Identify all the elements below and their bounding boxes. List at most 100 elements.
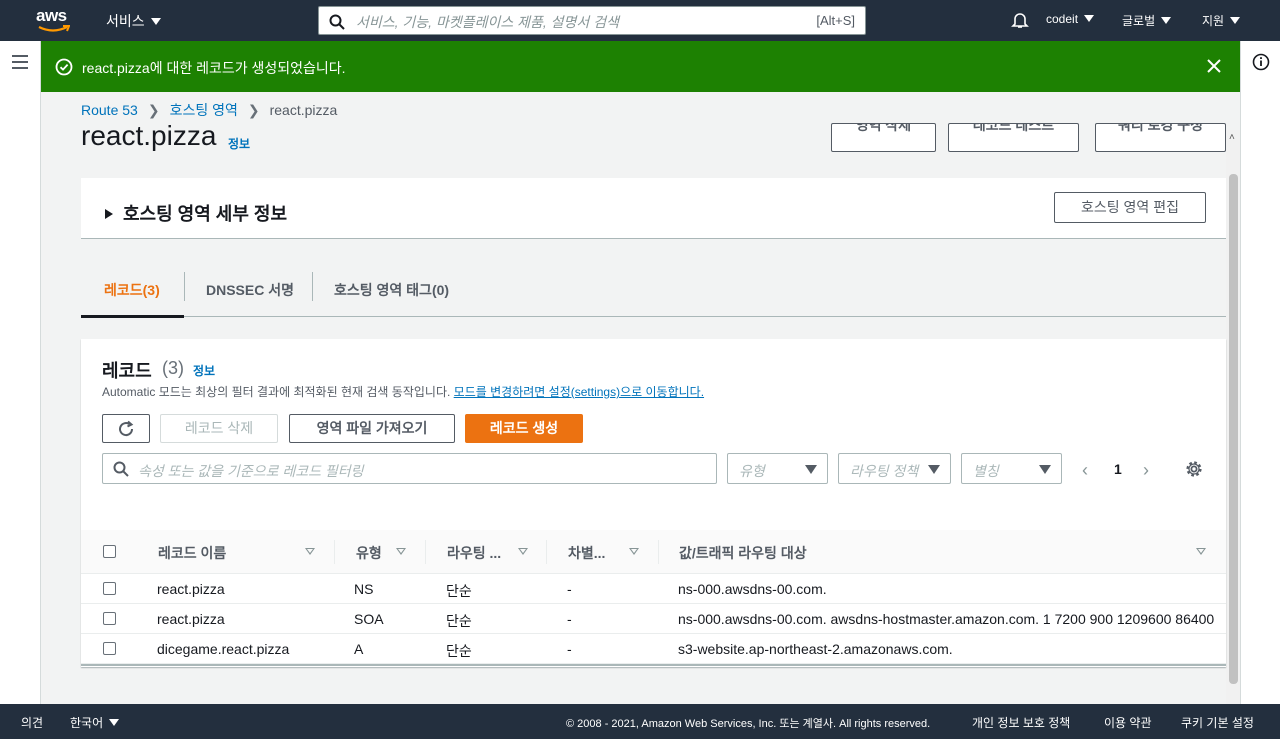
copyright-text: © 2008 - 2021, Amazon Web Services, Inc.… bbox=[566, 718, 931, 730]
refresh-button[interactable] bbox=[102, 414, 150, 443]
column-divider[interactable] bbox=[334, 540, 335, 564]
cell-type: A bbox=[354, 641, 364, 657]
tab-dnssec[interactable]: DNSSEC 서명 bbox=[206, 280, 294, 300]
delete-record-button[interactable]: 레코드 삭제 bbox=[160, 414, 278, 443]
cell-differentiator: - bbox=[567, 641, 572, 657]
records-filter-input[interactable]: 속성 또는 값을 기준으로 레코드 필터링 bbox=[102, 453, 717, 484]
page-number[interactable]: 1 bbox=[1114, 461, 1122, 477]
type-select[interactable]: 유형 bbox=[727, 453, 828, 484]
terms-link[interactable]: 이용 약관 bbox=[1104, 714, 1152, 731]
column-header-type[interactable]: 유형 bbox=[356, 543, 382, 563]
info-link[interactable]: 정보 bbox=[228, 135, 250, 152]
chevron-right-icon: ❯ bbox=[247, 102, 260, 118]
row-checkbox[interactable] bbox=[103, 582, 116, 595]
info-icon[interactable] bbox=[1252, 53, 1270, 71]
chevron-right-icon: ❯ bbox=[147, 102, 160, 118]
query-logging-label: 쿼리 로깅 구성 bbox=[1117, 123, 1204, 133]
records-description: Automatic 모드는 최상의 필터 결과에 최적화된 현재 검색 동작입니… bbox=[102, 383, 704, 400]
cell-record-name: react.pizza bbox=[157, 581, 225, 597]
table-header: 레코드 이름 유형 라우팅 ... 차별... 값/트래픽 라우팅 대상 bbox=[81, 530, 1226, 574]
filter-placeholder: 속성 또는 값을 기준으로 레코드 필터링 bbox=[138, 463, 364, 479]
caret-down-icon bbox=[1039, 465, 1051, 474]
scrollbar-thumb[interactable] bbox=[1229, 174, 1238, 684]
refresh-icon bbox=[119, 420, 134, 437]
cell-value: ns-000.awsdns-00.com. awsdns-hostmaster.… bbox=[678, 611, 1215, 627]
account-menu[interactable]: codeit bbox=[1046, 12, 1095, 26]
settings-link[interactable]: 모드를 변경하려면 설정(settings)으로 이동합니다. bbox=[454, 385, 704, 399]
region-menu[interactable]: 글로벌 bbox=[1122, 12, 1172, 29]
column-divider[interactable] bbox=[546, 540, 547, 564]
test-record-label: 레코드 테스트 bbox=[972, 123, 1055, 133]
cookie-preferences-link[interactable]: 쿠키 기본 설정 bbox=[1181, 714, 1254, 731]
privacy-policy-link[interactable]: 개인 정보 보호 정책 bbox=[972, 714, 1070, 731]
breadcrumb-current: react.pizza bbox=[269, 102, 338, 118]
column-header-differentiator[interactable]: 차별... bbox=[568, 543, 605, 563]
routing-policy-select[interactable]: 라우팅 정책 bbox=[838, 453, 951, 484]
column-header-routing[interactable]: 라우팅 ... bbox=[447, 543, 501, 563]
routing-select-placeholder: 라우팅 정책 bbox=[850, 463, 919, 479]
details-expander[interactable]: 호스팅 영역 세부 정보 bbox=[105, 200, 287, 226]
sort-icon[interactable] bbox=[518, 548, 528, 555]
gear-icon[interactable] bbox=[1185, 460, 1203, 478]
search-shortcut: [Alt+S] bbox=[816, 13, 855, 28]
smile-arrow-icon bbox=[38, 25, 70, 32]
column-header-value[interactable]: 값/트래픽 라우팅 대상 bbox=[679, 543, 807, 563]
sort-icon[interactable] bbox=[305, 548, 315, 555]
tab-divider bbox=[184, 272, 185, 301]
chevron-left-icon[interactable]: ‹ bbox=[1082, 460, 1088, 481]
left-rail bbox=[0, 41, 41, 704]
import-zone-file-button[interactable]: 영역 파일 가져오기 bbox=[289, 414, 455, 443]
sort-icon[interactable] bbox=[629, 548, 639, 555]
search-icon bbox=[113, 461, 129, 477]
records-info-link[interactable]: 정보 bbox=[193, 362, 215, 379]
hosted-zone-details-panel: 호스팅 영역 세부 정보 호스팅 영역 편집 bbox=[81, 178, 1226, 239]
alias-select[interactable]: 별칭 bbox=[961, 453, 1062, 484]
menu-icon[interactable] bbox=[12, 55, 28, 73]
column-header-name[interactable]: 레코드 이름 bbox=[158, 543, 226, 563]
row-checkbox[interactable] bbox=[103, 642, 116, 655]
tab-hosted-zone-tags[interactable]: 호스팅 영역 태그(0) bbox=[334, 280, 449, 300]
sort-icon[interactable] bbox=[1196, 548, 1206, 555]
records-description-text: Automatic 모드는 최상의 필터 결과에 최적화된 현재 검색 동작입니… bbox=[102, 385, 451, 399]
scrollbar[interactable]: ˄ ˅ bbox=[1226, 130, 1240, 704]
breadcrumb-hosted-zones[interactable]: 호스팅 영역 bbox=[170, 102, 238, 118]
caret-right-icon bbox=[105, 209, 113, 219]
tab-divider bbox=[312, 272, 313, 301]
close-icon[interactable] bbox=[1206, 58, 1222, 74]
cell-value: s3-website.ap-northeast-2.amazonaws.com. bbox=[678, 641, 953, 657]
test-record-button[interactable]: 레코드 테스트 bbox=[948, 123, 1079, 152]
row-checkbox[interactable] bbox=[103, 612, 116, 625]
global-search-input[interactable]: 서비스, 기능, 마켓플레이스 제품, 설명서 검색 [Alt+S] bbox=[318, 6, 866, 35]
feedback-link[interactable]: 의견 bbox=[21, 714, 43, 731]
tab-records[interactable]: 레코드(3) bbox=[104, 280, 160, 300]
cell-type: SOA bbox=[354, 611, 384, 627]
chevron-right-icon[interactable]: › bbox=[1143, 460, 1149, 481]
edit-hosted-zone-button[interactable]: 호스팅 영역 편집 bbox=[1054, 192, 1206, 223]
table-row[interactable]: react.pizza NS 단순 - ns-000.awsdns-00.com… bbox=[81, 574, 1226, 604]
language-selector[interactable]: 한국어 bbox=[70, 714, 120, 731]
caret-down-icon bbox=[1230, 17, 1241, 24]
success-check-icon bbox=[55, 58, 73, 76]
details-title: 호스팅 영역 세부 정보 bbox=[123, 204, 288, 224]
cell-record-name: dicegame.react.pizza bbox=[157, 641, 290, 657]
column-divider[interactable] bbox=[425, 540, 426, 564]
support-menu[interactable]: 지원 bbox=[1202, 12, 1241, 29]
table-row[interactable]: dicegame.react.pizza A 단순 - s3-website.a… bbox=[81, 634, 1226, 664]
scroll-up-icon[interactable]: ˄ bbox=[1229, 132, 1235, 143]
account-label: codeit bbox=[1046, 12, 1079, 26]
delete-zone-button[interactable]: 영역 삭제 bbox=[831, 123, 936, 152]
cell-record-name: react.pizza bbox=[157, 611, 225, 627]
create-record-button[interactable]: 레코드 생성 bbox=[465, 414, 583, 443]
region-label: 글로벌 bbox=[1122, 14, 1156, 28]
notification-bell-icon[interactable] bbox=[1011, 11, 1029, 29]
type-select-placeholder: 유형 bbox=[739, 463, 765, 479]
caret-down-icon bbox=[1084, 15, 1095, 22]
sort-icon[interactable] bbox=[396, 548, 406, 555]
aws-logo[interactable]: aws bbox=[36, 6, 72, 36]
select-all-checkbox[interactable] bbox=[103, 545, 116, 558]
services-menu[interactable]: 서비스 bbox=[106, 11, 161, 31]
column-divider[interactable] bbox=[658, 540, 659, 564]
table-row[interactable]: react.pizza SOA 단순 - ns-000.awsdns-00.co… bbox=[81, 604, 1226, 634]
breadcrumb-route53[interactable]: Route 53 bbox=[81, 102, 138, 118]
query-logging-button[interactable]: 쿼리 로깅 구성 bbox=[1095, 123, 1226, 152]
